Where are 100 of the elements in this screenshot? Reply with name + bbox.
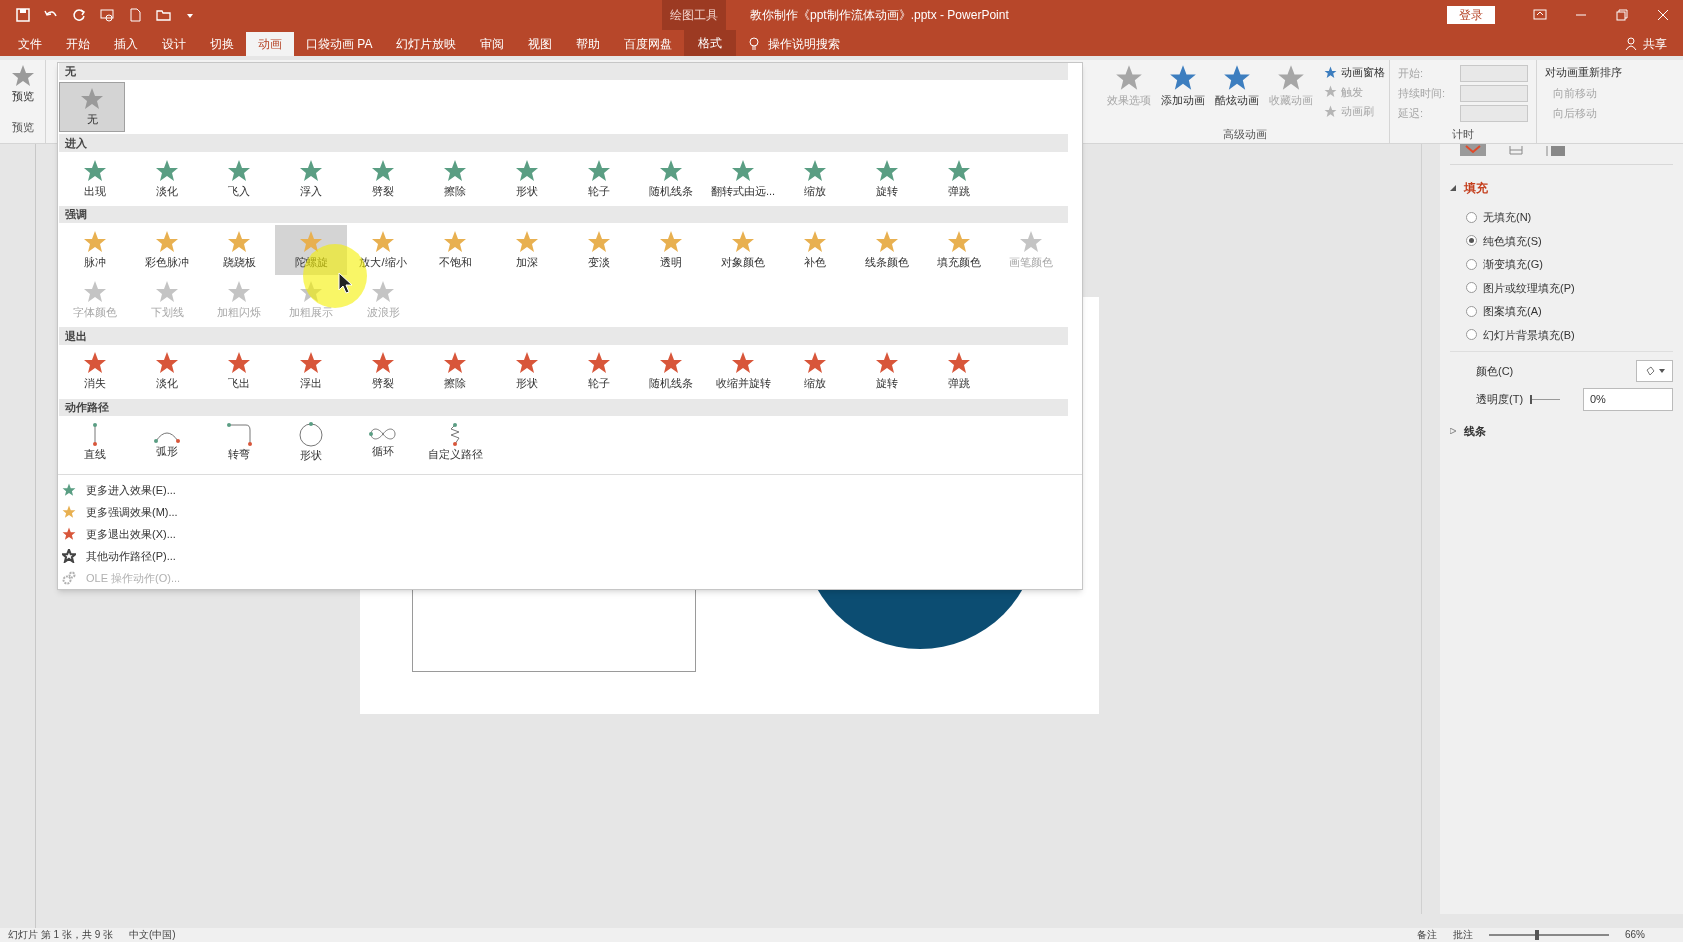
folder-icon[interactable] <box>156 8 172 22</box>
animation-effect[interactable]: 弹跳 <box>923 346 995 397</box>
ribbon-tab[interactable]: 设计 <box>150 32 198 56</box>
animation-effect[interactable]: 转弯 <box>203 418 275 469</box>
animation-effect[interactable]: 出现 <box>59 153 131 204</box>
animation-effect[interactable]: 淡化 <box>131 153 203 204</box>
ribbon-small-button[interactable]: 动画窗格 <box>1324 64 1385 81</box>
color-picker-button[interactable] <box>1636 360 1673 382</box>
radio-option[interactable]: 纯色填充(S) <box>1466 232 1673 249</box>
animation-effect[interactable]: 擦除 <box>419 153 491 204</box>
ribbon-tab[interactable]: 百度网盘 <box>612 32 685 56</box>
animation-effect[interactable]: 旋转 <box>851 153 923 204</box>
search-label[interactable]: 操作说明搜索 <box>768 35 841 53</box>
zoom-level[interactable]: 66% <box>1625 930 1645 940</box>
animation-effect[interactable]: 消失 <box>59 346 131 397</box>
radio-option[interactable]: 图案填充(A) <box>1466 303 1673 320</box>
preview-button[interactable]: 预览 <box>10 64 35 105</box>
animation-effect[interactable]: 飞出 <box>203 346 275 397</box>
ribbon-tab[interactable]: 视图 <box>516 32 565 56</box>
animation-effect[interactable]: 缩放 <box>779 153 851 204</box>
animation-effect[interactable]: 补色 <box>779 225 851 276</box>
restore-icon[interactable] <box>1614 8 1629 22</box>
animation-effect[interactable]: 轮子 <box>563 153 635 204</box>
animation-effect[interactable]: 轮子 <box>563 346 635 397</box>
zoom-slider-thumb[interactable] <box>1535 930 1540 940</box>
animation-effect[interactable]: 旋转 <box>851 346 923 397</box>
animation-button[interactable]: 添加动画 <box>1158 64 1208 124</box>
animation-effect[interactable]: 劈裂 <box>347 153 419 204</box>
ribbon-tab[interactable]: 口袋动画 PA <box>294 32 385 56</box>
notes-button[interactable]: 备注 <box>1417 930 1437 940</box>
animation-effect[interactable]: 形状 <box>275 418 347 469</box>
animation-effect[interactable]: 脉冲 <box>59 225 131 276</box>
login-button[interactable]: 登录 <box>1447 6 1495 24</box>
size-icon[interactable] <box>1546 144 1566 156</box>
animation-effect[interactable]: 随机线条 <box>635 153 707 204</box>
ribbon-display-icon[interactable] <box>1532 8 1547 22</box>
ribbon-tab[interactable]: 幻灯片放映 <box>384 32 469 56</box>
new-file-icon[interactable] <box>128 8 142 22</box>
ribbon-tab[interactable]: 插入 <box>102 32 150 56</box>
radio-option[interactable]: 幻灯片背景填充(B) <box>1466 326 1673 343</box>
menu-item[interactable]: 更多进入效果(E)... <box>58 479 1082 502</box>
ribbon-tab[interactable]: 审阅 <box>468 32 517 56</box>
timing-field[interactable] <box>1460 84 1528 102</box>
language-indicator[interactable]: 中文(中国) <box>129 930 176 940</box>
animation-effect[interactable]: 跷跷板 <box>203 225 275 276</box>
comments-button[interactable]: 批注 <box>1453 930 1473 940</box>
animation-effect[interactable]: 自定义路径 <box>419 418 491 469</box>
animation-effect[interactable]: 无 <box>59 82 125 133</box>
animation-effect[interactable]: 淡化 <box>131 346 203 397</box>
slideshow-icon[interactable] <box>100 8 114 22</box>
animation-effect[interactable]: 弧形 <box>131 418 203 469</box>
close-icon[interactable] <box>1655 8 1670 22</box>
timing-field[interactable] <box>1460 64 1528 82</box>
animation-effect[interactable]: 加深 <box>491 225 563 276</box>
ribbon-tab[interactable]: 帮助 <box>564 32 613 56</box>
timing-field[interactable] <box>1460 104 1528 122</box>
animation-effect[interactable]: 劈裂 <box>347 346 419 397</box>
menu-item[interactable]: 更多强调效果(M)... <box>58 501 1082 524</box>
animation-effect[interactable]: 对象颜色 <box>707 225 779 276</box>
radio-option[interactable]: 渐变填充(G) <box>1466 256 1673 273</box>
star-icon <box>1324 85 1337 99</box>
ribbon-tab[interactable]: 文件 <box>6 32 54 56</box>
ribbon-tab[interactable]: 切换 <box>198 32 246 56</box>
animation-effect[interactable]: 浮入 <box>275 153 347 204</box>
expand-icon[interactable] <box>1450 185 1456 191</box>
animation-effect[interactable]: 彩色脉冲 <box>131 225 203 276</box>
animation-effect[interactable]: 擦除 <box>419 346 491 397</box>
menu-item[interactable]: 其他动作路径(P)... <box>58 545 1082 568</box>
animation-effect[interactable]: 飞入 <box>203 153 275 204</box>
animation-button[interactable]: 酷炫动画 <box>1212 64 1262 124</box>
animation-effect[interactable]: 填充颜色 <box>923 225 995 276</box>
animation-effect[interactable]: 收缩并旋转 <box>707 346 779 397</box>
animation-effect[interactable]: 随机线条 <box>635 346 707 397</box>
radio-option[interactable]: 图片或纹理填充(P) <box>1466 279 1673 296</box>
animation-effect[interactable]: 直线 <box>59 418 131 469</box>
section-title[interactable]: 线条 <box>1464 423 1486 440</box>
star-icon <box>10 64 35 88</box>
animation-effect[interactable]: 透明 <box>635 225 707 276</box>
effects-icon[interactable] <box>1508 144 1524 156</box>
ribbon-tab[interactable]: 格式 <box>684 30 737 56</box>
animation-effect[interactable]: 翻转式由远... <box>707 153 779 204</box>
animation-effect[interactable]: 缩放 <box>779 346 851 397</box>
animation-effect[interactable]: 循环 <box>347 418 419 469</box>
save-icon[interactable] <box>16 8 30 22</box>
dropdown-caret-icon[interactable] <box>186 11 194 19</box>
animation-effect[interactable]: 变淡 <box>563 225 635 276</box>
animation-effect[interactable]: 不饱和 <box>419 225 491 276</box>
menu-item[interactable]: 更多退出效果(X)... <box>58 523 1082 546</box>
animation-effect[interactable]: 浮出 <box>275 346 347 397</box>
radio-option[interactable]: 无填充(N) <box>1466 209 1673 226</box>
share-button[interactable]: 共享 <box>1643 35 1667 53</box>
animation-effect[interactable]: 形状 <box>491 153 563 204</box>
section-title[interactable]: 填充 <box>1464 179 1488 197</box>
transparency-field[interactable]: 0% <box>1583 388 1673 411</box>
animation-effect[interactable]: 弹跳 <box>923 153 995 204</box>
ribbon-tab[interactable]: 开始 <box>54 32 102 56</box>
ribbon-tab[interactable]: 动画 <box>246 32 294 56</box>
animation-effect[interactable]: 线条颜色 <box>851 225 923 276</box>
redo-icon[interactable] <box>72 8 86 22</box>
animation-effect[interactable]: 形状 <box>491 346 563 397</box>
